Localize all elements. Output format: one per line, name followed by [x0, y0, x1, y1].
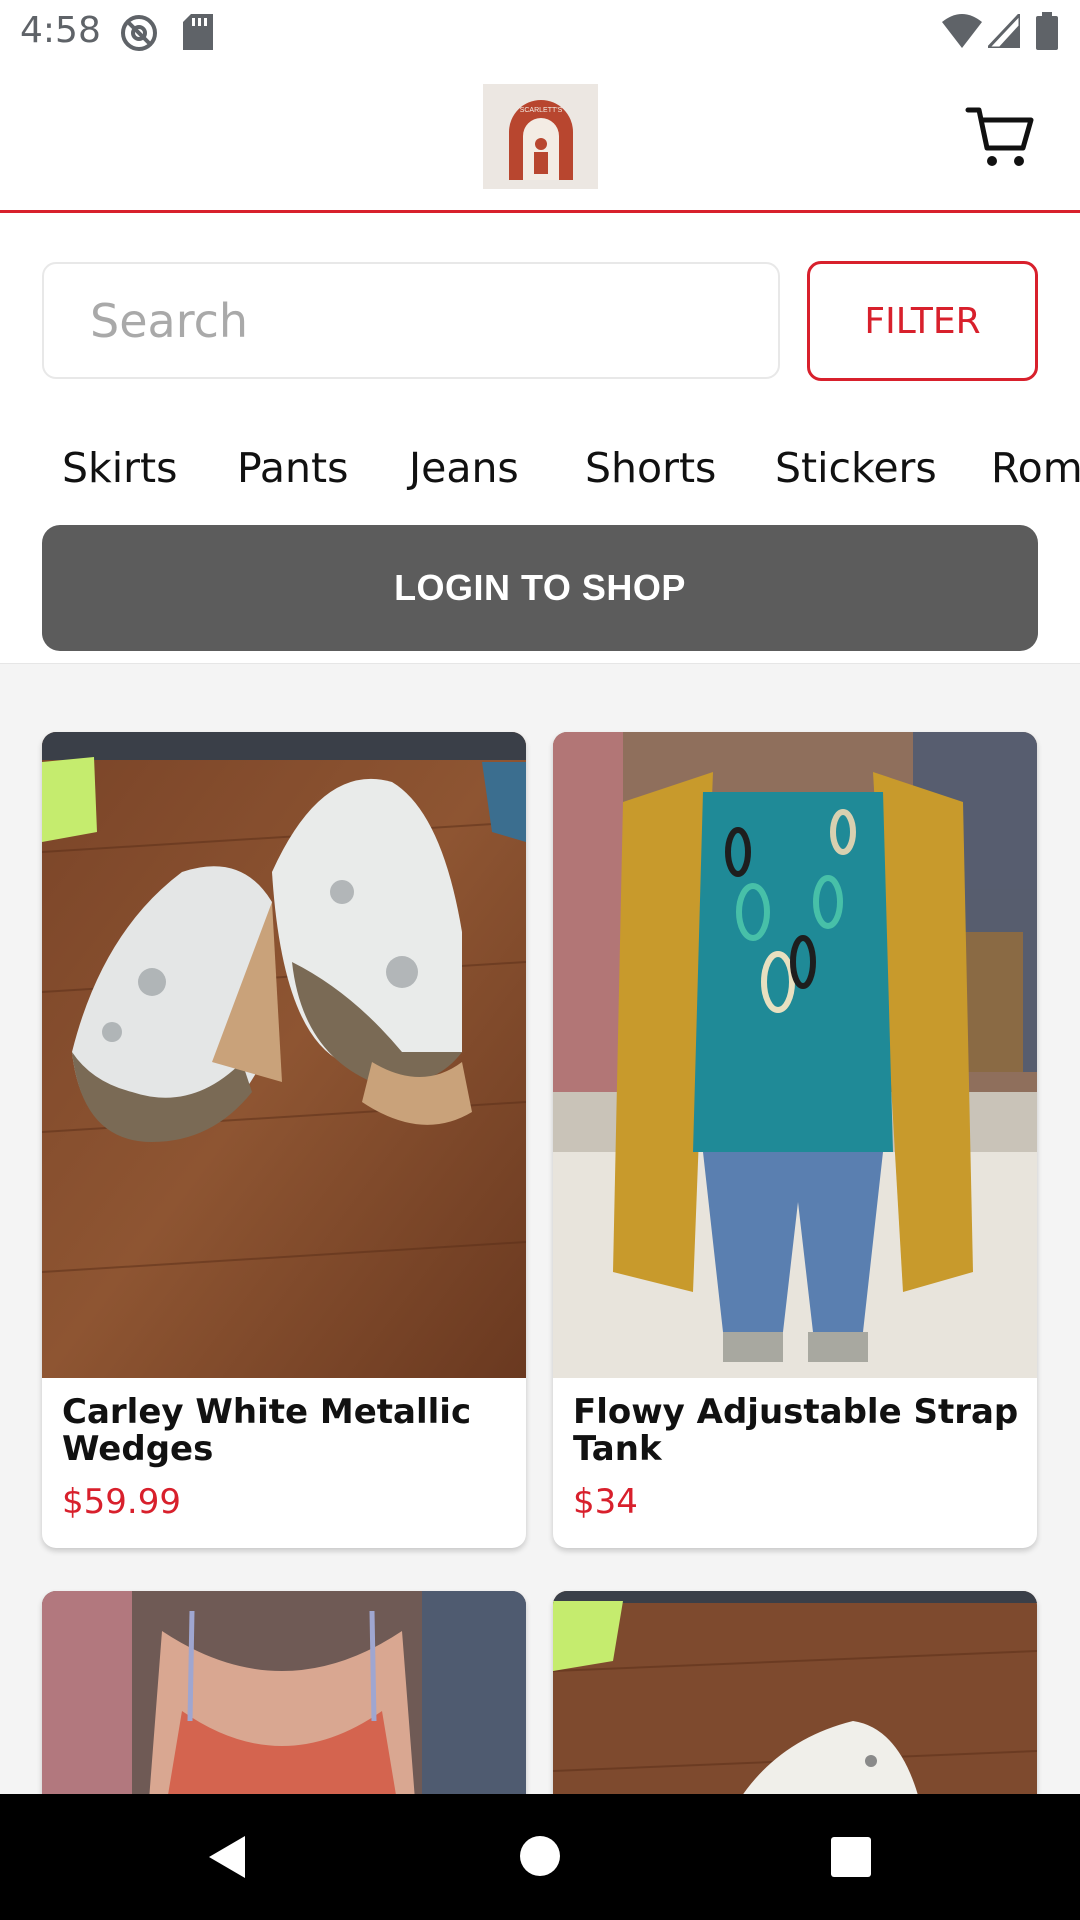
shop-controls: Search FILTER Skirts Pants Jeans Shorts …: [0, 213, 1080, 664]
product-card[interactable]: Carley White Metallic Wedges $59.99: [42, 732, 526, 1548]
cart-icon[interactable]: [965, 102, 1035, 172]
category-tab-stickers[interactable]: Stickers: [775, 423, 937, 513]
status-bar: 4:58: [0, 0, 1080, 64]
system-nav-bar: [0, 1794, 1080, 1920]
at-sign-icon: [121, 15, 157, 51]
product-image[interactable]: [553, 732, 1037, 1378]
sd-card-icon: [183, 14, 213, 50]
wifi-icon: [942, 14, 982, 48]
signal-icon: [988, 14, 1020, 48]
category-tab-pants[interactable]: Pants: [237, 423, 348, 513]
search-input[interactable]: Search: [42, 262, 780, 379]
recents-icon[interactable]: [830, 1836, 872, 1878]
category-tab-rompers[interactable]: Rom: [991, 423, 1080, 513]
product-price: $34: [573, 1482, 638, 1522]
app-header: SCARLETT'S: [0, 64, 1080, 213]
login-to-shop-button[interactable]: LOGIN TO SHOP: [42, 525, 1038, 651]
product-price: $59.99: [62, 1482, 181, 1522]
category-tabs: Skirts Pants Jeans Shorts Stickers Rom: [0, 423, 1080, 513]
store-logo-image: SCARLETT'S: [508, 99, 573, 180]
category-tab-shorts[interactable]: Shorts: [585, 423, 716, 513]
product-title[interactable]: Flowy Adjustable Strap Tank: [573, 1394, 1023, 1468]
back-icon[interactable]: [205, 1834, 251, 1880]
filter-button[interactable]: FILTER: [807, 261, 1038, 381]
status-time: 4:58: [20, 10, 101, 51]
product-image[interactable]: [42, 732, 526, 1378]
battery-icon: [1036, 12, 1058, 50]
category-tab-skirts[interactable]: Skirts: [62, 423, 177, 513]
product-title[interactable]: Carley White Metallic Wedges: [62, 1394, 512, 1468]
category-tab-jeans[interactable]: Jeans: [409, 423, 519, 513]
svg-text:SCARLETT'S: SCARLETT'S: [519, 107, 562, 114]
product-card[interactable]: Flowy Adjustable Strap Tank $34: [553, 732, 1037, 1548]
home-icon[interactable]: [519, 1835, 561, 1877]
store-logo[interactable]: SCARLETT'S: [483, 84, 598, 189]
